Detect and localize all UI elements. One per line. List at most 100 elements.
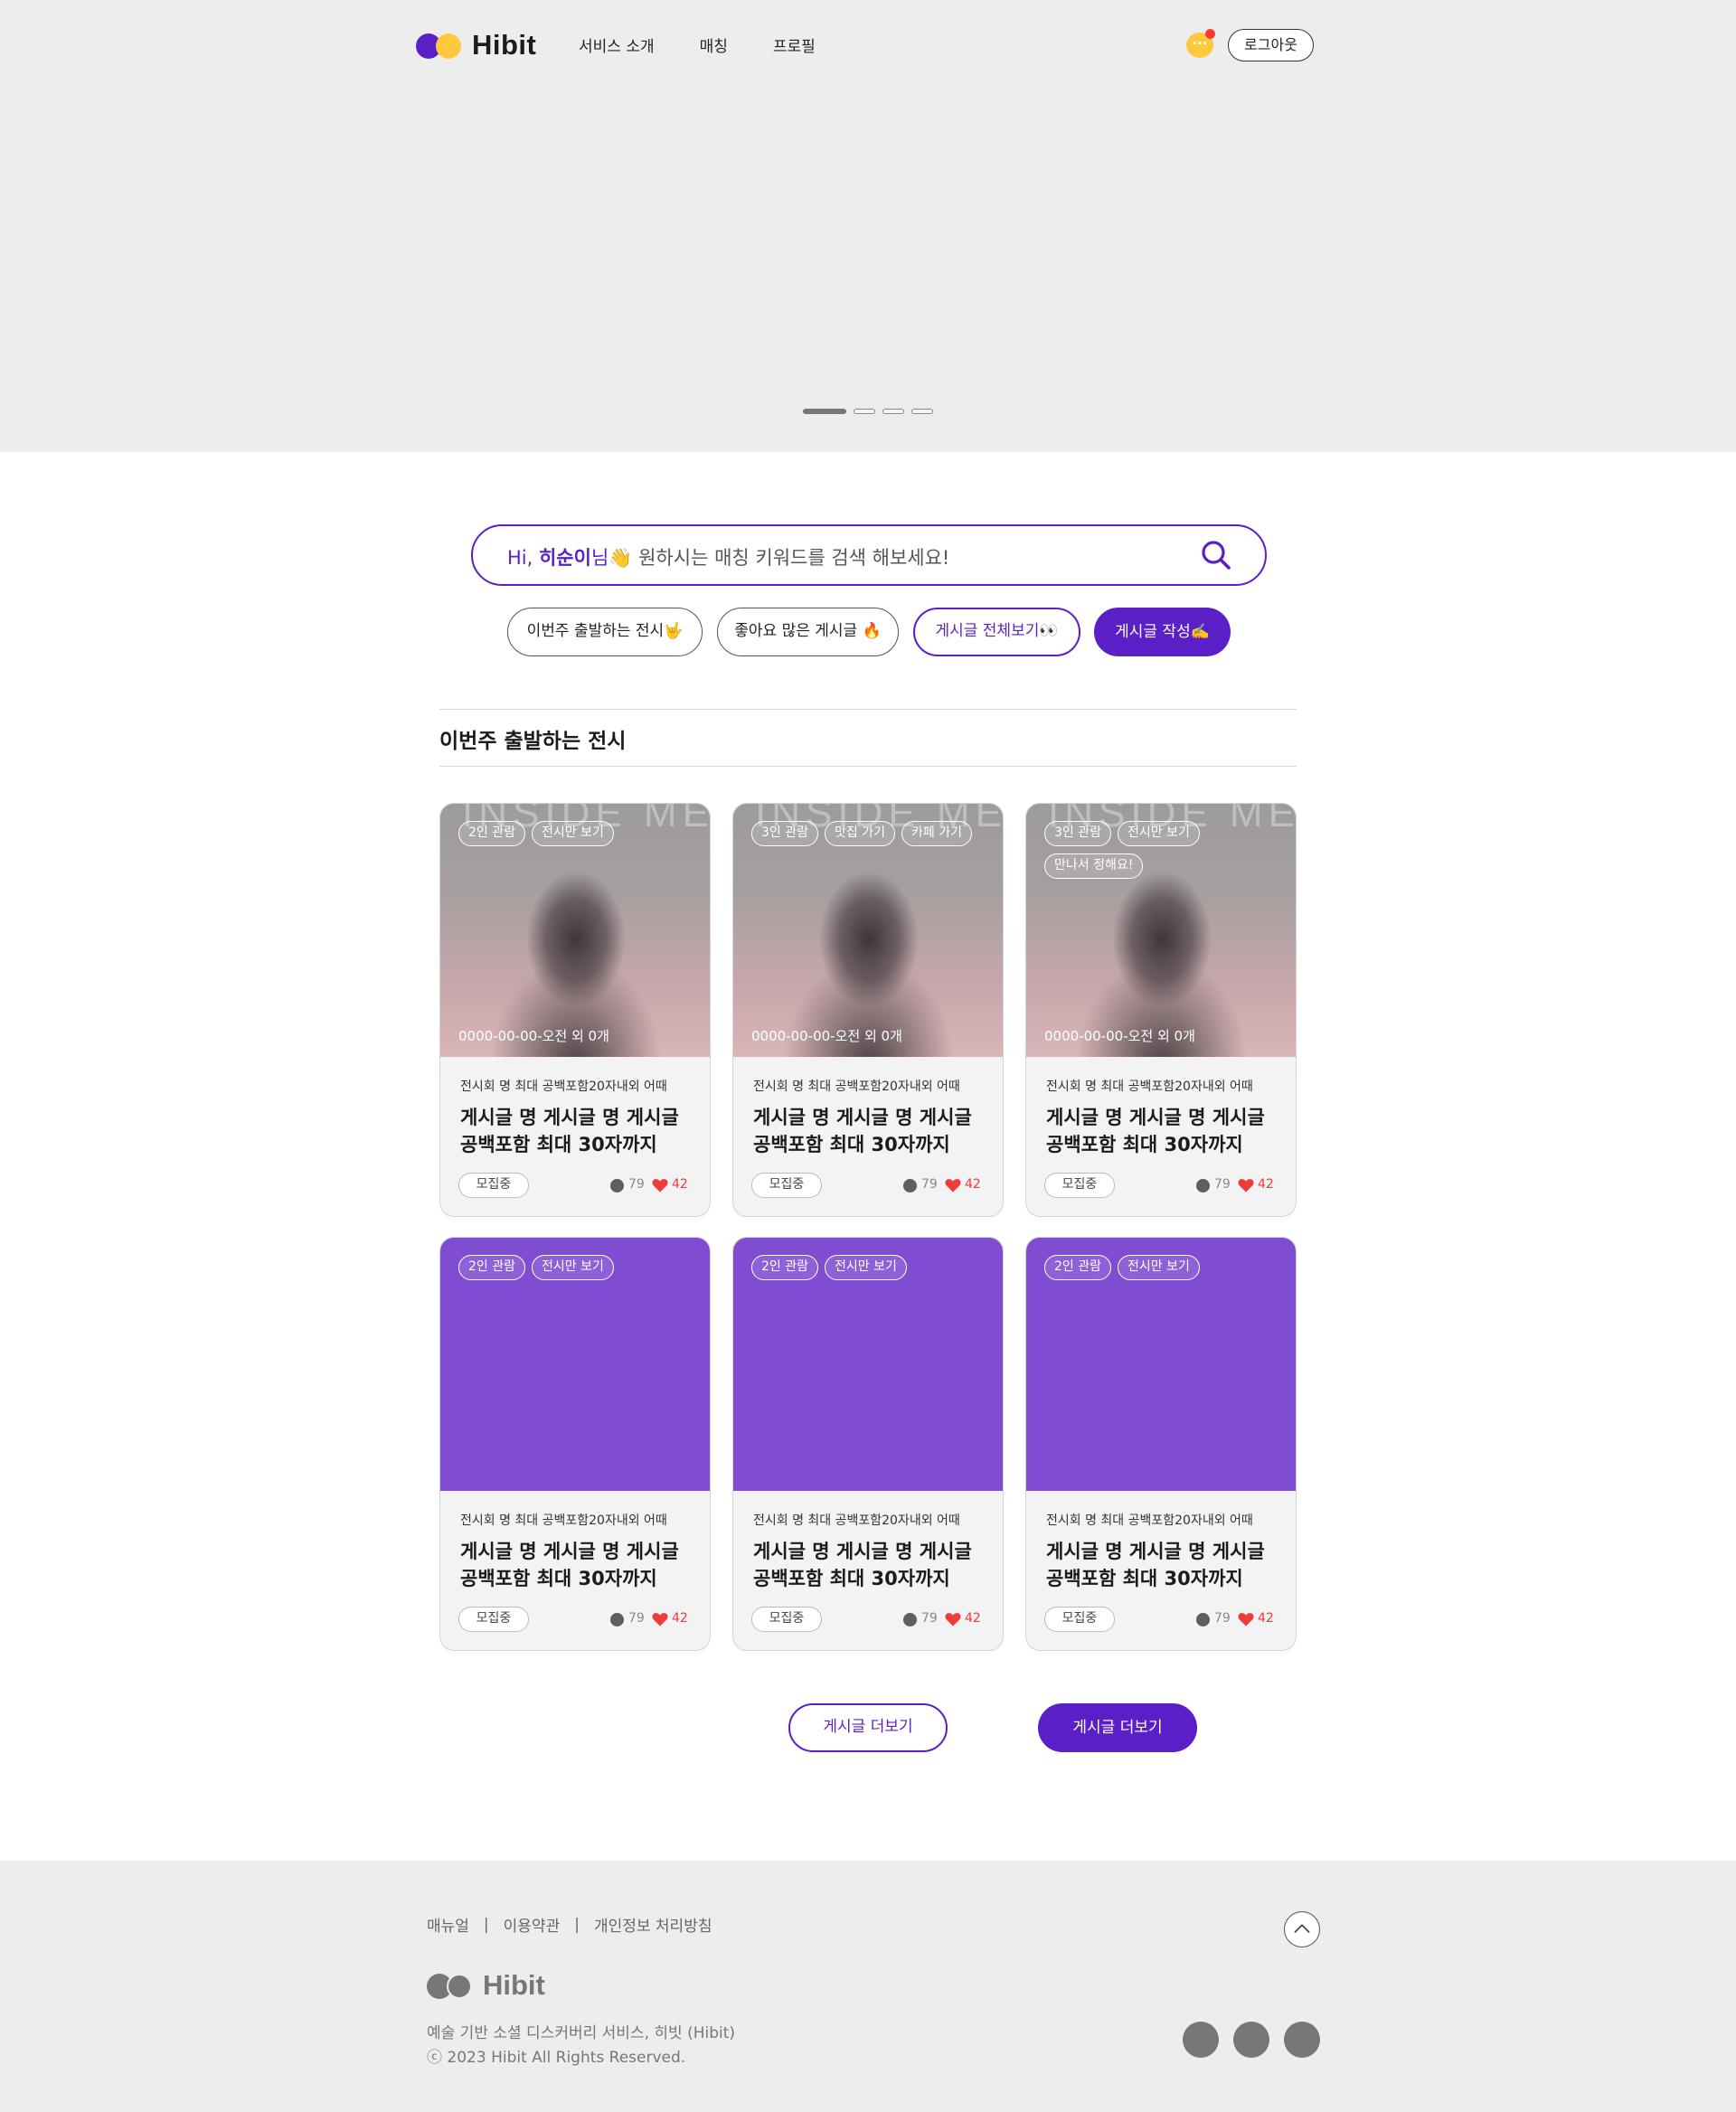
post-card[interactable]: INSIDE ME 3인 관람 맛집 가기 카페 가기 0000-00-00-오전 외 … <box>732 803 1004 1217</box>
footer-link-manual[interactable]: 매뉴얼 <box>427 1913 469 1936</box>
filter-pills: 이번주 출발하는 전시🤟 좋아요 많은 게시글 🔥 게시글 전체보기👀 게시글 … <box>507 608 1231 656</box>
chat-icon[interactable]: ··· <box>1184 29 1215 60</box>
pill-write-post[interactable]: 게시글 작성✍️ <box>1094 608 1231 656</box>
card-post-title[interactable]: 게시글 명 게시글 명 게시글 공백포함 최대 30자까지 <box>753 1104 990 1158</box>
card-post-title[interactable]: 게시글 명 게시글 명 게시글 공백포함 최대 30자까지 <box>1046 1104 1283 1158</box>
card-post-title[interactable]: 게시글 명 게시글 명 게시글 공백포함 최대 30자까지 <box>1046 1538 1283 1592</box>
views-icon <box>610 1613 624 1626</box>
heart-icon[interactable] <box>652 1178 668 1193</box>
status-badge: 모집중 <box>458 1607 529 1632</box>
footer-logo: Hibit <box>427 1969 545 2002</box>
views-count: 79 <box>921 1177 938 1192</box>
heart-icon[interactable] <box>652 1612 668 1626</box>
card-date: 0000-00-00-오전 외 0개 <box>1044 1028 1195 1044</box>
card-thumbnail-placeholder[interactable]: 2인 관람 전시만 보기 <box>733 1238 1003 1491</box>
card-tags: 3인 관람 전시만 보기 만나서 정해요! <box>1044 821 1288 879</box>
card-post-title[interactable]: 게시글 명 게시글 명 게시글 공백포함 최대 30자까지 <box>753 1538 990 1592</box>
likes-count: 42 <box>965 1177 981 1192</box>
likes-count: 42 <box>965 1611 981 1626</box>
card-exhibition-name: 전시회 명 최대 공백포함20자내외 어때 <box>1046 1513 1253 1528</box>
card-tag: 3인 관람 <box>751 821 818 846</box>
search-bar[interactable]: Hi, 히순이님👋 원하시는 매칭 키워드를 검색 해보세요! <box>471 524 1267 586</box>
section-title: 이번주 출발하는 전시 <box>439 730 627 753</box>
post-card[interactable]: INSIDE ME 2인 관람 전시만 보기 0000-00-00-오전 외 0개 전시… <box>439 803 711 1217</box>
social-icon-2[interactable] <box>1233 2022 1269 2058</box>
card-thumbnail-image[interactable]: INSIDE ME 2인 관람 전시만 보기 0000-00-00-오전 외 0개 <box>440 804 710 1057</box>
card-date: 0000-00-00-오전 외 0개 <box>751 1028 902 1044</box>
search-placeholder[interactable]: Hi, 히순이님👋 원하시는 매칭 키워드를 검색 해보세요! <box>507 543 949 570</box>
card-tag: 전시만 보기 <box>825 1255 907 1280</box>
status-badge: 모집중 <box>1044 1173 1115 1198</box>
pill-view-all[interactable]: 게시글 전체보기👀 <box>913 608 1080 656</box>
card-exhibition-name: 전시회 명 최대 공백포함20자내외 어때 <box>460 1513 667 1528</box>
card-tag: 2인 관람 <box>1044 1255 1111 1280</box>
card-tag: 전시만 보기 <box>532 1255 614 1280</box>
card-thumbnail-image[interactable]: INSIDE ME 3인 관람 전시만 보기 만나서 정해요! 0000-00-00-오… <box>1026 804 1296 1057</box>
logo[interactable]: Hibit <box>416 29 536 61</box>
footer-link-terms[interactable]: 이용약관 <box>504 1913 561 1936</box>
footer-description: 예술 기반 소셜 디스커버리 서비스, 히빗 (Hibit) ⓒ 2023 Hi… <box>427 2022 735 2070</box>
pill-most-liked[interactable]: 좋아요 많은 게시글 🔥 <box>717 608 899 656</box>
carousel-dot-4[interactable] <box>911 409 933 414</box>
card-tag: 3인 관람 <box>1044 821 1111 846</box>
card-tags: 2인 관람 전시만 보기 <box>458 821 703 846</box>
heart-icon[interactable] <box>945 1178 961 1193</box>
search-icon[interactable] <box>1200 539 1232 571</box>
views-count: 79 <box>921 1611 938 1626</box>
footer-link-privacy[interactable]: 개인정보 처리방침 <box>594 1913 712 1936</box>
heart-icon[interactable] <box>945 1612 961 1626</box>
main-menu: 서비스 소개 매칭 프로필 <box>579 33 816 56</box>
card-thumbnail-placeholder[interactable]: 2인 관람 전시만 보기 <box>440 1238 710 1491</box>
card-post-title[interactable]: 게시글 명 게시글 명 게시글 공백포함 최대 30자까지 <box>460 1538 697 1592</box>
menu-item-profile[interactable]: 프로필 <box>773 33 816 56</box>
load-more-outline-button[interactable]: 게시글 더보기 <box>788 1703 948 1752</box>
search-greeting: Hi, <box>507 547 539 569</box>
card-exhibition-name: 전시회 명 최대 공백포함20자내외 어때 <box>753 1513 960 1528</box>
likes-count: 42 <box>672 1611 688 1626</box>
card-tags: 2인 관람 전시만 보기 <box>1044 1255 1288 1280</box>
footer-separator: | <box>483 1915 489 1934</box>
card-thumbnail-placeholder[interactable]: 2인 관람 전시만 보기 <box>1026 1238 1296 1491</box>
carousel-dot-1[interactable] <box>803 409 846 414</box>
heart-icon[interactable] <box>1238 1178 1254 1193</box>
card-exhibition-name: 전시회 명 최대 공백포함20자내외 어때 <box>460 1080 667 1094</box>
section-divider-top <box>439 709 1297 710</box>
footer-service-description: 예술 기반 소셜 디스커버리 서비스, 히빗 (Hibit) <box>427 2024 736 2042</box>
post-card[interactable]: 2인 관람 전시만 보기전시회 명 최대 공백포함20자내외 어때게시글 명 게시… <box>1025 1237 1297 1651</box>
social-icon-1[interactable] <box>1183 2022 1219 2058</box>
views-count: 79 <box>628 1177 645 1192</box>
card-tag: 전시만 보기 <box>532 821 614 846</box>
views-icon <box>903 1179 917 1193</box>
footer-separator: | <box>574 1915 580 1934</box>
card-tag: 전시만 보기 <box>1118 1255 1200 1280</box>
top-navigation: Hibit 서비스 소개 매칭 프로필 ··· 로그아웃 <box>416 25 1314 65</box>
card-tag: 카페 가기 <box>901 821 972 846</box>
status-badge: 모집중 <box>751 1607 822 1632</box>
views-icon <box>1196 1179 1210 1193</box>
menu-item-service-intro[interactable]: 서비스 소개 <box>579 33 655 56</box>
carousel-indicators <box>803 409 933 414</box>
hero-banner: Hibit 서비스 소개 매칭 프로필 ··· 로그아웃 <box>0 0 1736 452</box>
card-post-title[interactable]: 게시글 명 게시글 명 게시글 공백포함 최대 30자까지 <box>460 1104 697 1158</box>
status-badge: 모집중 <box>751 1173 822 1198</box>
views-count: 79 <box>628 1611 645 1626</box>
search-prompt: 원하시는 매칭 키워드를 검색 해보세요! <box>632 547 950 569</box>
social-icon-3[interactable] <box>1284 2022 1320 2058</box>
carousel-dot-3[interactable] <box>882 409 904 414</box>
views-icon <box>610 1179 624 1193</box>
post-card[interactable]: INSIDE ME 3인 관람 전시만 보기 만나서 정해요! 0000-00-00-오… <box>1025 803 1297 1217</box>
heart-icon[interactable] <box>1238 1612 1254 1626</box>
post-card[interactable]: 2인 관람 전시만 보기전시회 명 최대 공백포함20자내외 어때게시글 명 게시… <box>732 1237 1004 1651</box>
scroll-to-top-icon[interactable] <box>1284 1911 1320 1947</box>
search-user-name: 히순이 <box>538 547 591 569</box>
menu-item-matching[interactable]: 매칭 <box>700 33 728 56</box>
views-count: 79 <box>1214 1611 1231 1626</box>
carousel-dot-2[interactable] <box>854 409 875 414</box>
pill-this-week[interactable]: 이번주 출발하는 전시🤟 <box>507 608 703 656</box>
post-card[interactable]: 2인 관람 전시만 보기전시회 명 최대 공백포함20자내외 어때게시글 명 게시… <box>439 1237 711 1651</box>
card-thumbnail-image[interactable]: INSIDE ME 3인 관람 맛집 가기 카페 가기 0000-00-00-오전 외 … <box>733 804 1003 1057</box>
card-tags: 2인 관람 전시만 보기 <box>751 1255 995 1280</box>
load-more-filled-button[interactable]: 게시글 더보기 <box>1038 1703 1197 1752</box>
logout-button[interactable]: 로그아웃 <box>1228 29 1314 61</box>
likes-count: 42 <box>1258 1611 1274 1626</box>
